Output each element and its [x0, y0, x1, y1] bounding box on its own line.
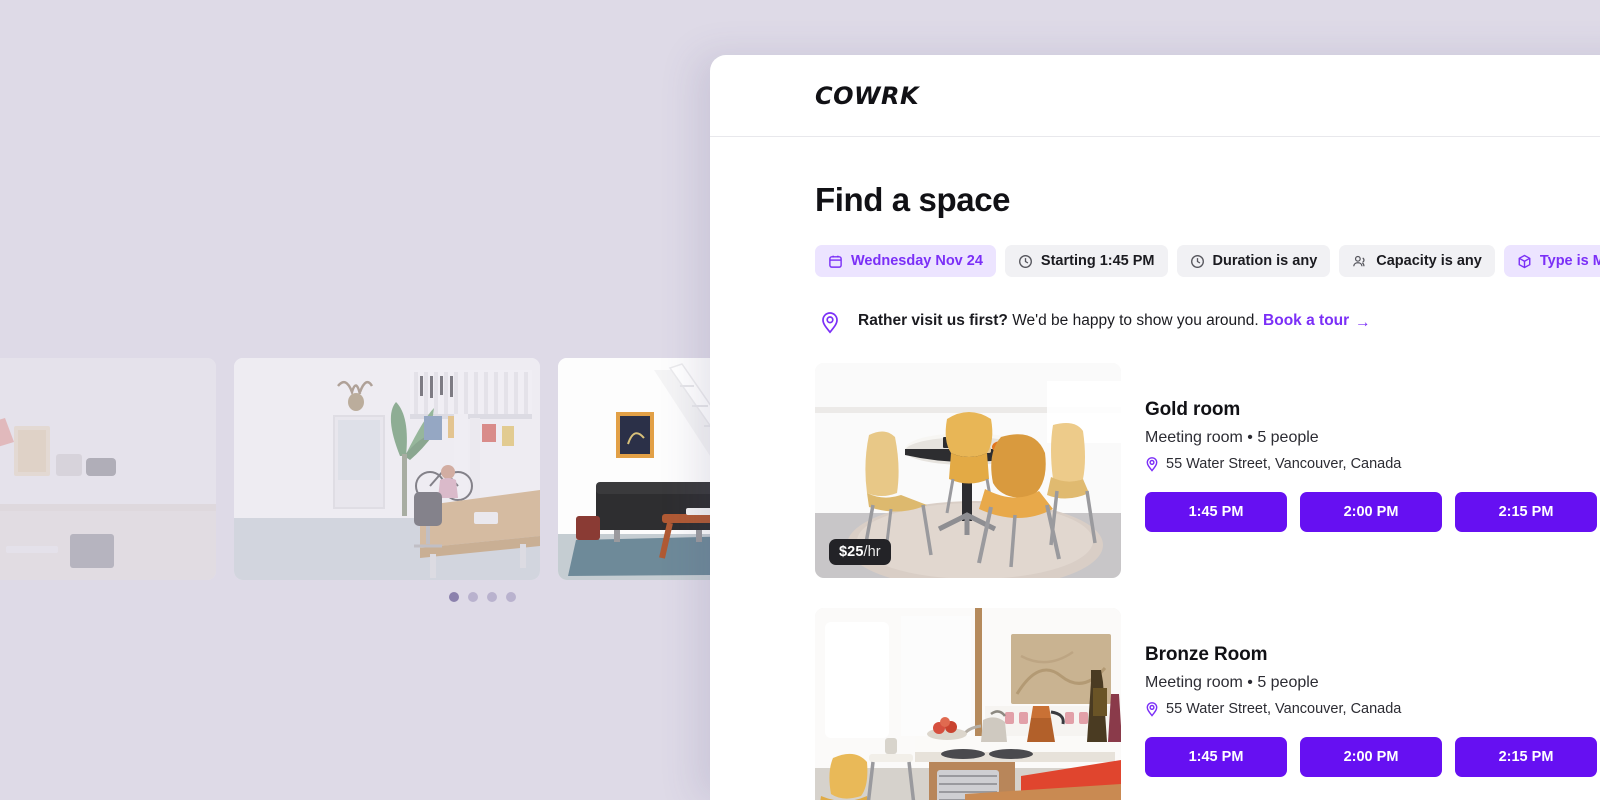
open-workspace-photo[interactable]: [234, 358, 540, 580]
time-slot-button[interactable]: 2:15 PM: [1455, 737, 1597, 777]
carousel-dot-3[interactable]: [487, 592, 497, 602]
listing-info: Bronze Room Meeting room • 5 people 55 W…: [1145, 608, 1597, 800]
carousel-dot-2[interactable]: [468, 592, 478, 602]
calendar-icon: [828, 254, 843, 269]
carousel-dots[interactable]: [449, 592, 516, 602]
filter-chip-duration[interactable]: Duration is any: [1176, 245, 1331, 277]
listing-results: $25/hr Gold room Meeting room • 5 people…: [815, 363, 1600, 800]
filter-chip-label: Duration is any: [1212, 253, 1318, 269]
panel-content: Find a space Wednesday Nov 24 Starting 1…: [710, 137, 1600, 800]
time-slot-row: 1:45 PM 2:00 PM 2:15 PM: [1145, 492, 1597, 532]
booking-panel: COWRK Find a space Wednesday Nov 24 Star…: [710, 55, 1600, 800]
listing-photo-gold-room[interactable]: $25/hr: [815, 363, 1121, 578]
filter-chip-start-time[interactable]: Starting 1:45 PM: [1004, 245, 1168, 277]
filter-chip-capacity[interactable]: Capacity is any: [1339, 245, 1495, 277]
listing-meta: Meeting room • 5 people: [1145, 429, 1319, 446]
arrow-right-icon: →: [1355, 314, 1371, 331]
price-badge: $25/hr: [829, 539, 891, 565]
listing-info: Gold room Meeting room • 5 people 55 Wat…: [1145, 363, 1597, 578]
listing-row: Bronze Room Meeting room • 5 people 55 W…: [815, 608, 1600, 800]
tour-banner-body: We'd be happy to show you around.: [1012, 312, 1259, 329]
listing-address-text: 55 Water Street, Vancouver, Canada: [1166, 456, 1402, 472]
time-slot-button[interactable]: 1:45 PM: [1145, 492, 1287, 532]
price-unit: /hr: [863, 544, 881, 560]
time-slot-row: 1:45 PM 2:00 PM 2:15 PM: [1145, 737, 1597, 777]
filter-chip-row: Wednesday Nov 24 Starting 1:45 PM Durati…: [815, 245, 1600, 277]
time-slot-button[interactable]: 2:15 PM: [1455, 492, 1597, 532]
clock-icon: [1190, 254, 1205, 269]
office-desk-photo[interactable]: [0, 358, 216, 580]
map-pin-icon: [1145, 701, 1159, 717]
listing-meta: Meeting room • 5 people: [1145, 674, 1319, 691]
cube-icon: [1517, 254, 1532, 269]
listing-address-text: 55 Water Street, Vancouver, Canada: [1166, 701, 1402, 717]
time-slot-button[interactable]: 2:00 PM: [1300, 737, 1442, 777]
listing-name: Bronze Room: [1145, 644, 1268, 665]
tour-banner-lead: Rather visit us first?: [858, 312, 1008, 329]
filter-chip-label: Wednesday Nov 24: [851, 253, 983, 269]
listing-address: 55 Water Street, Vancouver, Canada: [1145, 701, 1597, 717]
filter-chip-date[interactable]: Wednesday Nov 24: [815, 245, 996, 277]
map-pin-icon: [1145, 456, 1159, 472]
time-slot-button[interactable]: 2:00 PM: [1300, 492, 1442, 532]
filter-chip-type[interactable]: Type is Meeting: [1503, 245, 1600, 277]
filter-chip-label: Type is Meeting: [1539, 253, 1600, 269]
map-pin-icon: [815, 307, 845, 337]
page-title: Find a space: [815, 181, 1011, 218]
listing-photo-bronze-room[interactable]: [815, 608, 1121, 800]
listing-name: Gold room: [1145, 399, 1241, 420]
listing-address: 55 Water Street, Vancouver, Canada: [1145, 456, 1597, 472]
clock-icon: [1018, 254, 1033, 269]
filter-chip-label: Capacity is any: [1376, 253, 1482, 269]
book-a-tour-banner: Rather visit us first? We'd be happy to …: [815, 307, 1600, 337]
cowrk-logo[interactable]: COWRK: [815, 82, 919, 110]
tour-banner-text: Rather visit us first? We'd be happy to …: [858, 312, 1371, 332]
listing-row: $25/hr Gold room Meeting room • 5 people…: [815, 363, 1600, 578]
price-amount: $25: [839, 544, 864, 560]
brand-bar: COWRK: [710, 55, 1600, 137]
carousel-dot-4[interactable]: [506, 592, 516, 602]
carousel-dot-1[interactable]: [449, 592, 459, 602]
book-a-tour-link[interactable]: Book a tour: [1263, 312, 1349, 329]
people-icon: [1352, 254, 1368, 269]
filter-chip-label: Starting 1:45 PM: [1040, 253, 1155, 269]
time-slot-button[interactable]: 1:45 PM: [1145, 737, 1287, 777]
